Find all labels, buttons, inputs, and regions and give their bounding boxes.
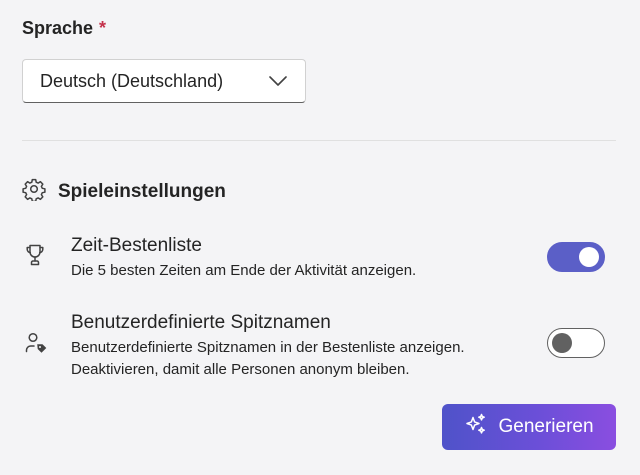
language-dropdown[interactable]: Deutsch (Deutschland) xyxy=(22,59,306,103)
toggle-knob xyxy=(579,247,599,267)
user-tag-icon xyxy=(24,331,48,360)
language-label-text: Sprache xyxy=(22,18,94,38)
sparkle-icon xyxy=(464,412,488,442)
nicknames-description-line: Benutzerdefinierte Spitznamen in der Bes… xyxy=(71,339,465,356)
gear-icon xyxy=(22,177,46,206)
toggle-knob xyxy=(552,333,572,353)
leaderboard-toggle[interactable] xyxy=(547,242,605,272)
game-settings-title: Spieleinstellungen xyxy=(58,180,226,202)
leaderboard-setting-title: Zeit-Bestenliste xyxy=(71,235,202,256)
generate-button[interactable]: Generieren xyxy=(442,404,616,450)
game-settings-header: Spieleinstellungen xyxy=(22,177,226,206)
nicknames-toggle[interactable] xyxy=(547,328,605,358)
required-marker: * xyxy=(99,18,107,38)
nicknames-setting-title: Benutzerdefinierte Spitznamen xyxy=(71,312,331,333)
leaderboard-setting-description: Die 5 besten Zeiten am Ende der Aktivitä… xyxy=(71,262,417,279)
nicknames-description-line: Deaktivieren, damit alle Personen anonym… xyxy=(71,361,410,378)
section-divider xyxy=(22,140,616,141)
generate-button-label: Generieren xyxy=(498,416,594,437)
trophy-icon xyxy=(24,243,46,272)
nicknames-setting-description: Benutzerdefinierte Spitznamen in der Bes… xyxy=(71,337,465,381)
language-selected-value: Deutsch (Deutschland) xyxy=(40,70,224,91)
chevron-down-icon xyxy=(269,76,287,86)
language-label: Sprache * xyxy=(22,18,106,39)
